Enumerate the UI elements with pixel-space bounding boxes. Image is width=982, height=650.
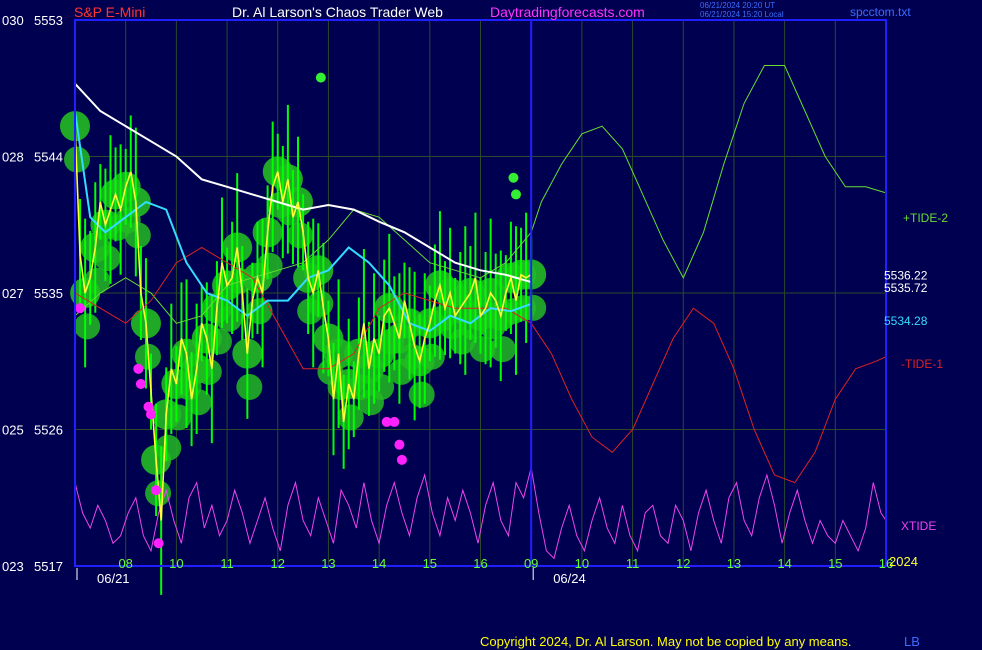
- tide-label: -TIDE-1: [901, 357, 943, 371]
- tide-label: +TIDE-2: [903, 211, 948, 225]
- x-tick-label: 11: [220, 556, 234, 571]
- x-tick-label: 12: [676, 556, 690, 571]
- chart-title: Dr. Al Larson's Chaos Trader Web: [232, 4, 443, 20]
- marker-dot: [135, 379, 146, 389]
- y-tick-right-2: 5535: [34, 286, 63, 301]
- date-label: 06/24: [553, 571, 586, 586]
- y-tick-left-2: 027: [2, 286, 24, 301]
- tide-label: XTIDE: [901, 519, 936, 533]
- price-halo: [74, 313, 101, 340]
- symbol-label: S&P E-Mini: [74, 4, 146, 20]
- marker-dot-green: [508, 172, 519, 183]
- x-tick-label: 09: [524, 556, 538, 571]
- marker-dot: [396, 454, 407, 465]
- marker-dot: [394, 439, 405, 450]
- ut-timestamp: 06/21/2024 20:20 UT: [700, 1, 776, 10]
- x-tick-label: 13: [727, 556, 741, 571]
- price-halo: [520, 294, 547, 321]
- marker-dot: [151, 485, 162, 496]
- y-tick-right-4: 5517: [34, 559, 63, 574]
- y-tick-left-1: 028: [2, 150, 24, 165]
- price-halo: [205, 328, 232, 355]
- copyright-text: Copyright 2024, Dr. Al Larson. May not b…: [480, 634, 852, 649]
- marker-dot: [146, 409, 157, 420]
- price-label: 5534.28: [884, 314, 928, 328]
- marker-dot-green: [510, 189, 521, 200]
- price-halo: [256, 252, 283, 279]
- x-tick-label: 13: [321, 556, 335, 571]
- y-tick-left-0: 030: [2, 13, 24, 28]
- site-link[interactable]: Daytradingforecasts.com: [490, 4, 645, 20]
- local-timestamp: 06/21/2024 15:20 Local: [700, 10, 784, 19]
- year-label: 2024: [889, 554, 918, 569]
- x-tick-label: 11: [626, 556, 640, 571]
- x-tick-label: 14: [372, 556, 386, 571]
- x-tick-label: 14: [777, 556, 791, 571]
- y-tick-left-3: 025: [2, 423, 24, 438]
- chart: 030 5553 028 5544 027 5535 025 5526 023 5517 08 10…: [0, 0, 982, 650]
- price-halo: [94, 245, 121, 272]
- marker-dot: [153, 538, 164, 549]
- price-label: 5535.72: [884, 281, 928, 295]
- x-tick-label: 10: [169, 556, 183, 571]
- x-tick-label: 15: [423, 556, 437, 571]
- marker-dot: [133, 363, 144, 374]
- y-tick-right-0: 5553: [34, 13, 63, 28]
- price-halo: [489, 336, 516, 363]
- price-halo: [408, 381, 435, 408]
- marker-dot-green: [315, 72, 326, 83]
- x-tick-label: 10: [575, 556, 589, 571]
- marker-dot: [75, 303, 86, 314]
- y-tick-left-4: 023: [2, 559, 24, 574]
- file-name: spcctom.txt: [850, 5, 911, 19]
- x-tick-label: 16: [473, 556, 487, 571]
- price-halo: [195, 358, 222, 385]
- marker-dot: [389, 416, 400, 427]
- y-tick-right-1: 5544: [34, 150, 63, 165]
- date-label: 06/21: [97, 571, 130, 586]
- footer-initials: LB: [904, 634, 920, 649]
- x-tick-label: 08: [118, 556, 132, 571]
- x-tick-label: 15: [828, 556, 842, 571]
- price-halo: [236, 374, 263, 401]
- price-halo: [155, 434, 182, 461]
- y-tick-right-3: 5526: [34, 423, 63, 438]
- x-tick-label: 12: [271, 556, 285, 571]
